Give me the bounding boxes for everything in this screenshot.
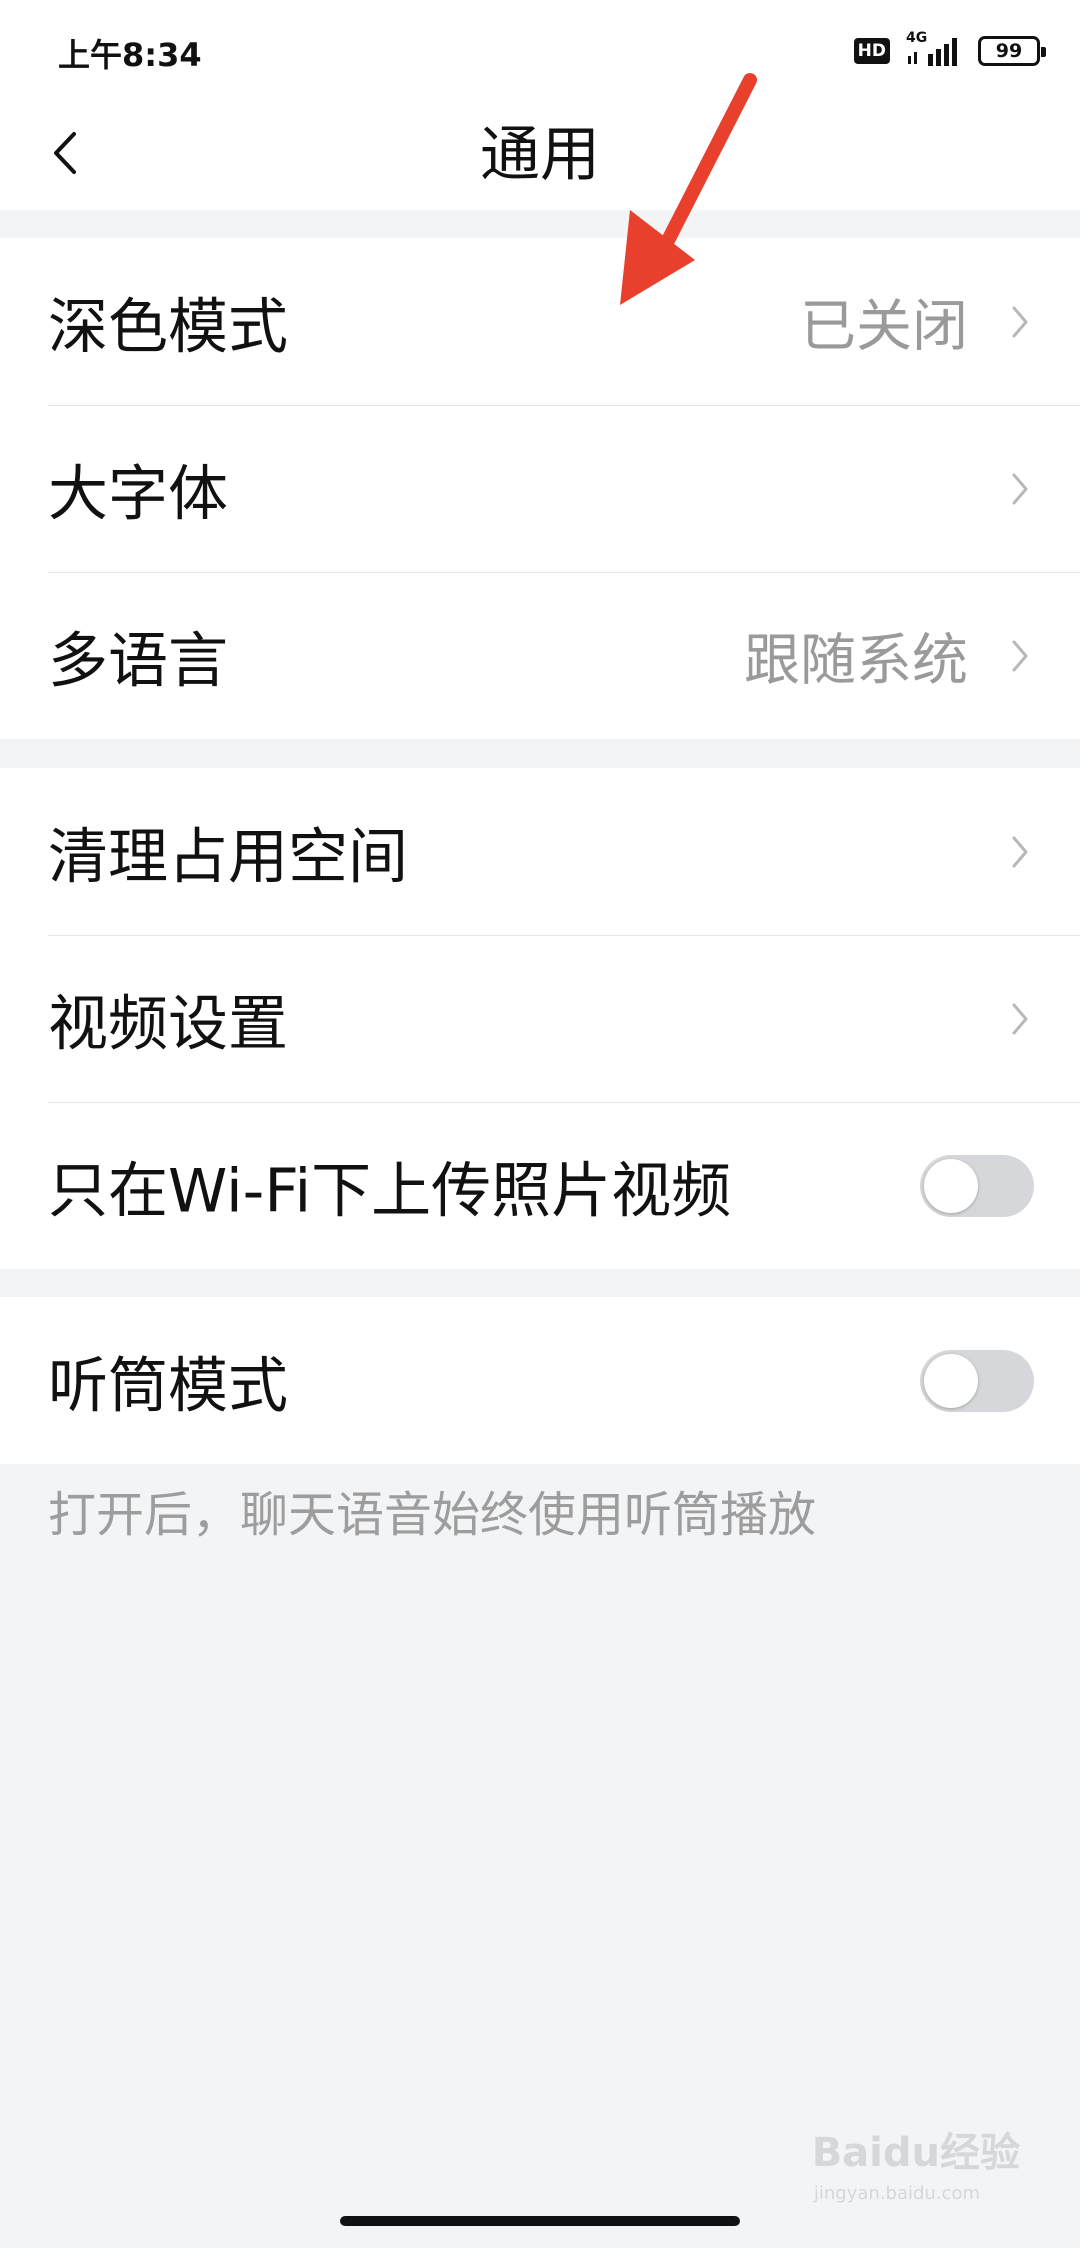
battery-icon: 99 <box>978 36 1046 66</box>
setting-label: 多语言 <box>48 626 228 696</box>
settings-group-display: 深色模式 已关闭 大字体 多语言 跟随系统 <box>0 238 1080 739</box>
chevron-right-icon <box>1006 300 1034 344</box>
setting-value: 已关闭 <box>800 294 968 359</box>
watermark-logo: Baidu经验 <box>811 2130 1020 2176</box>
toggle-knob <box>924 1158 978 1213</box>
watermark-url: jingyan.baidu.com <box>813 2183 980 2204</box>
setting-label: 只在Wi-Fi下上传照片视频 <box>48 1156 732 1226</box>
setting-label: 大字体 <box>48 459 228 529</box>
network-type-label: 4G <box>906 30 928 46</box>
nav-bar: 通用 <box>0 100 1080 210</box>
annotation-arrow-icon <box>620 73 757 305</box>
setting-label: 清理占用空间 <box>48 822 408 892</box>
setting-earpiece-mode: 听筒模式 <box>0 1297 1080 1464</box>
hd-icon: HD <box>853 38 890 64</box>
setting-label: 视频设置 <box>48 989 288 1059</box>
wifi-upload-toggle[interactable] <box>920 1154 1034 1217</box>
setting-video[interactable]: 视频设置 <box>0 935 1080 1102</box>
chevron-right-icon <box>1006 467 1034 511</box>
setting-clear-storage[interactable]: 清理占用空间 <box>0 768 1080 935</box>
setting-language[interactable]: 多语言 跟随系统 <box>0 572 1080 739</box>
earpiece-mode-toggle[interactable] <box>920 1349 1034 1412</box>
battery-level: 99 <box>995 40 1023 62</box>
setting-large-font[interactable]: 大字体 <box>0 405 1080 572</box>
status-time: 上午8:34 <box>58 36 202 74</box>
earpiece-mode-description: 打开后，聊天语音始终使用听筒播放 <box>48 1487 817 1543</box>
status-bar: 上午8:34 HD 4G 99 <box>0 0 1080 100</box>
chevron-right-icon <box>1006 830 1034 874</box>
signal-icon: 4G <box>904 30 964 68</box>
chevron-right-icon <box>1006 997 1034 1041</box>
setting-label: 深色模式 <box>48 292 288 362</box>
home-indicator[interactable] <box>340 2216 740 2226</box>
chevron-right-icon <box>1006 634 1034 678</box>
page-title: 通用 <box>480 120 600 190</box>
setting-label: 听筒模式 <box>48 1351 288 1421</box>
setting-value: 跟随系统 <box>744 628 968 693</box>
setting-wifi-upload: 只在Wi-Fi下上传照片视频 <box>0 1102 1080 1269</box>
toggle-knob <box>924 1353 978 1408</box>
status-icons: HD 4G 99 <box>853 30 1046 68</box>
settings-group-storage: 清理占用空间 视频设置 只在Wi-Fi下上传照片视频 <box>0 768 1080 1269</box>
settings-group-audio: 听筒模式 <box>0 1297 1080 1464</box>
setting-dark-mode[interactable]: 深色模式 已关闭 <box>0 238 1080 405</box>
